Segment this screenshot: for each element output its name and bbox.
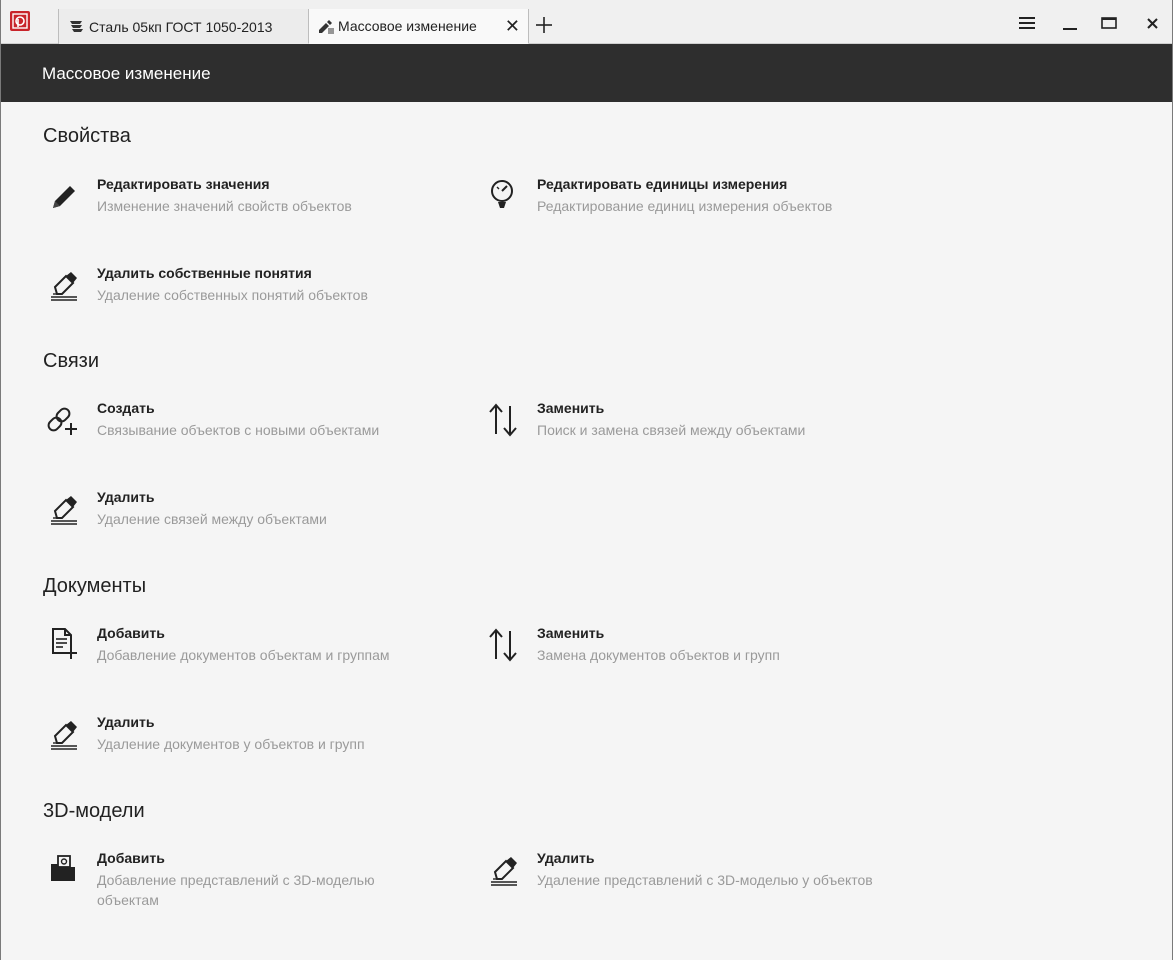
delete-documents-action[interactable]: Удалить Удаление документов у объектов и… [43, 714, 463, 764]
action-description: Добавление представлений с 3D-моделью об… [97, 872, 375, 908]
edit-units-action[interactable]: Редактировать единицы измерения Редактир… [483, 176, 903, 226]
eraser-icon [51, 721, 77, 750]
folder-model-icon [51, 855, 75, 881]
swap-arrows-icon [489, 403, 517, 437]
action-name: Удалить [537, 850, 595, 866]
delete-own-concepts-action[interactable]: Удалить собственные понятия Удаление соб… [43, 265, 463, 315]
action-name: Удалить [97, 714, 155, 730]
action-name: Добавить [97, 625, 165, 641]
section-title-properties: Свойства [43, 125, 131, 147]
action-description: Удаление документов у объектов и групп [97, 736, 365, 752]
menu-icon[interactable] [1016, 12, 1038, 34]
action-description: Удаление собственных понятий объектов [97, 287, 368, 303]
action-name: Редактировать значения [97, 176, 270, 192]
eraser-icon [491, 857, 517, 886]
action-description: Связывание объектов с новыми объектами [97, 422, 380, 438]
action-description: Замена документов объектов и групп [537, 647, 780, 663]
maximize-icon[interactable] [1098, 12, 1120, 34]
new-tab-icon[interactable] [534, 15, 554, 35]
page-title: Массовое изменение [42, 64, 211, 83]
replace-documents-action[interactable]: Заменить Замена документов объектов и гр… [483, 625, 903, 675]
edit-values-action[interactable]: Редактировать значения Изменение значени… [43, 176, 463, 226]
tab-label: Массовое изменение [338, 18, 477, 34]
section-title-links: Связи [43, 350, 100, 372]
action-description: Добавление документов объектам и группам [97, 647, 390, 663]
create-link-action[interactable]: Создать Связывание объектов с новыми объ… [43, 400, 463, 450]
action-name: Заменить [537, 400, 605, 416]
material-icon [68, 18, 86, 36]
delete-3d-model-action[interactable]: Удалить Удаление представлений с 3D-моде… [483, 850, 903, 910]
replace-links-action[interactable]: Заменить Поиск и замена связей между объ… [483, 400, 903, 450]
action-name: Добавить [97, 850, 165, 866]
tab-mass-edit[interactable]: Массовое изменение ✕ [308, 9, 529, 44]
delete-links-action[interactable]: Удалить Удаление связей между объектами [43, 489, 463, 539]
gauge-icon [491, 180, 513, 208]
action-description: Удаление представлений с 3D-моделью у об… [537, 872, 873, 888]
minimize-icon[interactable] [1059, 12, 1081, 34]
tab-material[interactable]: Сталь 05кп ГОСТ 1050-2013 [58, 9, 309, 44]
action-name: Удалить [97, 489, 155, 505]
action-description: Изменение значений свойств объектов [97, 198, 352, 214]
eraser-icon [51, 496, 77, 525]
action-name: Удалить собственные понятия [97, 265, 312, 281]
close-window-icon[interactable] [1142, 12, 1164, 34]
eraser-icon [51, 272, 77, 301]
page-header: Массовое изменение [1, 44, 1172, 102]
link-add-icon [47, 407, 77, 435]
mass-edit-icon [317, 17, 335, 35]
tab-label: Сталь 05кп ГОСТ 1050-2013 [89, 18, 273, 35]
close-tab-icon[interactable]: ✕ [505, 16, 520, 37]
add-documents-action[interactable]: Добавить Добавление документов объектам … [43, 625, 463, 675]
action-name: Заменить [537, 625, 605, 641]
section-title-documents: Документы [43, 575, 147, 597]
action-description: Редактирование единиц измерения объектов [537, 198, 833, 214]
tab-bar: Сталь 05кп ГОСТ 1050-2013 Массовое измен… [1, 0, 1172, 44]
action-name: Редактировать единицы измерения [537, 176, 788, 192]
action-description: Поиск и замена связей между объектами [537, 422, 806, 438]
add-3d-model-action[interactable]: Добавить Добавление представлений с 3D-м… [43, 850, 463, 910]
pencil-icon [53, 186, 75, 208]
swap-arrows-icon [489, 628, 517, 662]
main-window: Сталь 05кп ГОСТ 1050-2013 Массовое измен… [0, 0, 1173, 960]
section-title-3d-models: 3D-модели [43, 800, 145, 822]
action-name: Создать [97, 400, 155, 416]
document-add-icon [52, 628, 77, 659]
app-logo-icon[interactable] [10, 11, 30, 31]
action-description: Удаление связей между объектами [97, 511, 327, 527]
